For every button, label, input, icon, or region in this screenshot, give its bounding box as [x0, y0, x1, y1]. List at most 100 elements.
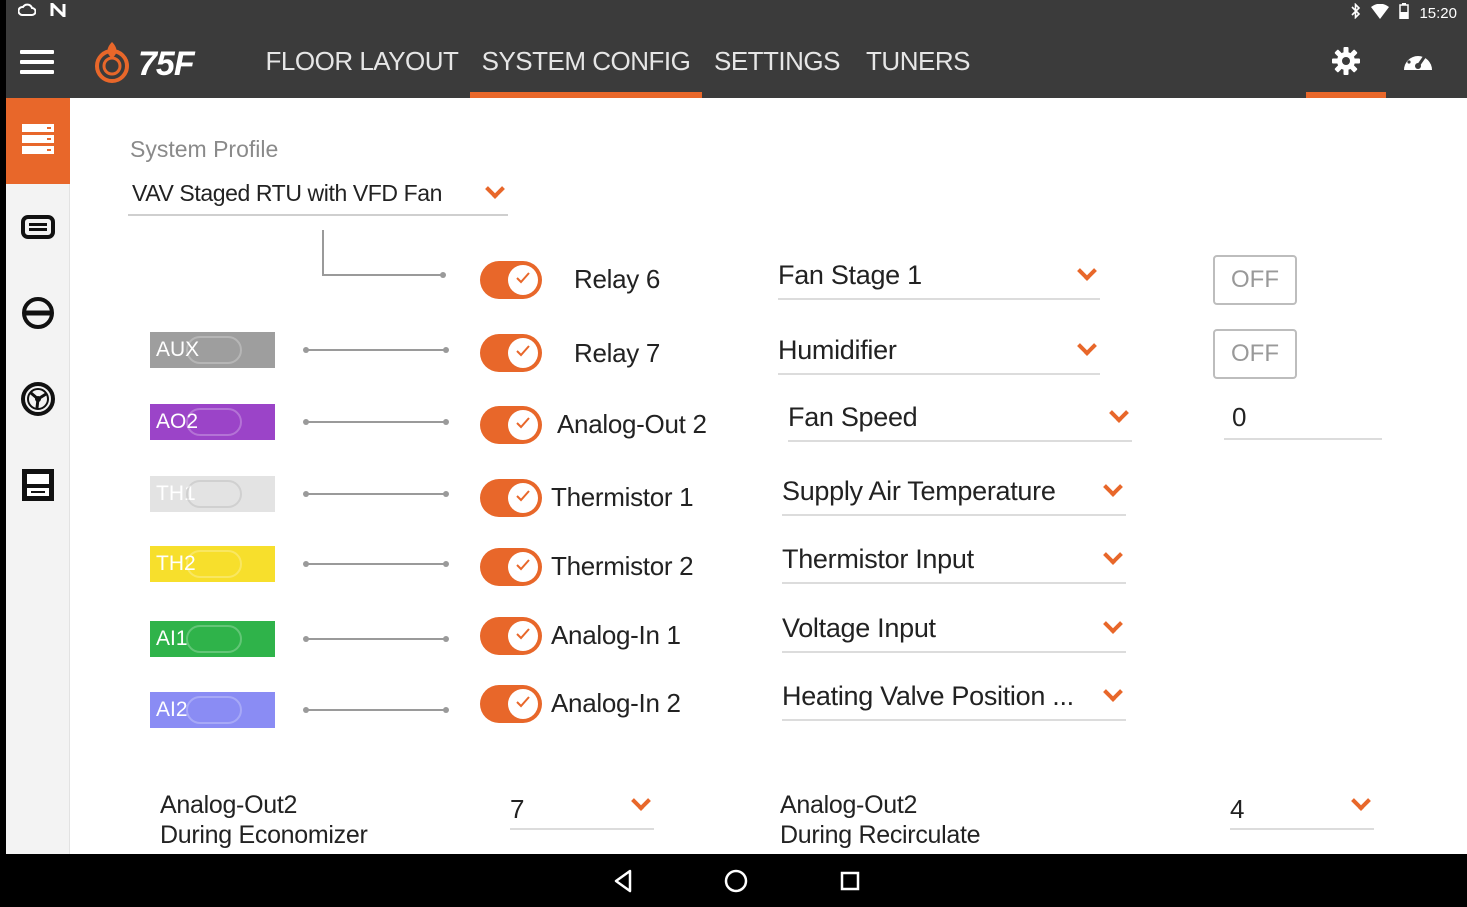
top-navigation: 75F FLOOR LAYOUT SYSTEM CONFIG SETTINGS …: [6, 24, 1467, 98]
sidebar-item-rtu[interactable]: [6, 444, 70, 530]
settings-gear-button[interactable]: [1306, 24, 1386, 98]
recirculate-label: Analog-Out2 During Recirculate: [780, 791, 981, 849]
tablet-screen: 15:20 75F FLOOR LAYOUT SYSTEM CONFIG SET…: [6, 0, 1467, 907]
android-navigation-bar: [6, 854, 1467, 907]
port-label-thermistor-1: Thermistor 1: [551, 482, 694, 512]
relay-6-toggle[interactable]: [480, 261, 542, 299]
port-label-analog-in-2: Analog-In 2: [551, 688, 681, 718]
thermistor-1-toggle[interactable]: [480, 479, 542, 517]
status-bar: 15:20: [6, 0, 1467, 24]
chevron-down-icon: [1103, 682, 1123, 702]
cloud-notification-icon: [17, 3, 37, 21]
th2-badge: TH2: [150, 546, 275, 582]
sidebar-item-oao[interactable]: [6, 272, 70, 358]
hamburger-menu-icon[interactable]: [20, 50, 54, 74]
relay-7-toggle[interactable]: [480, 334, 542, 372]
chevron-down-icon: [1077, 336, 1097, 356]
port-label-relay-6: Relay 6: [574, 264, 661, 294]
economizer-value-dropdown[interactable]: 7: [510, 786, 654, 830]
check-icon: [516, 558, 530, 576]
logo-text: 75F: [138, 45, 195, 83]
bluetooth-icon: [1351, 2, 1361, 23]
wifi-icon: [1371, 3, 1390, 23]
system-profile-dropdown[interactable]: VAV Staged RTU with VFD Fan: [128, 174, 508, 216]
system-profile-value: VAV Staged RTU with VFD Fan: [132, 180, 443, 206]
sidebar-item-system[interactable]: [6, 98, 70, 184]
function-dropdown-analog-in-1[interactable]: Voltage Input: [782, 609, 1126, 653]
connector-dot: [440, 272, 446, 278]
tab-tuners[interactable]: TUNERS: [862, 24, 974, 98]
check-icon: [516, 416, 530, 434]
check-icon: [516, 344, 530, 362]
ao2-badge: AO2: [150, 404, 275, 440]
fan-dial-icon: [20, 381, 56, 422]
connector-line: [303, 347, 449, 353]
connector-line: [303, 707, 449, 713]
function-dropdown-analog-in-2[interactable]: Heating Valve Position ...: [782, 677, 1126, 721]
analog-out-2-toggle[interactable]: [480, 406, 542, 444]
home-nav-icon[interactable]: [721, 866, 751, 896]
connector-line: [303, 561, 449, 567]
thermistor-2-toggle[interactable]: [480, 548, 542, 586]
sidebar-item-storage[interactable]: [6, 186, 70, 272]
sidebar-item-fan[interactable]: [6, 358, 70, 444]
server-stack-icon: [21, 123, 55, 160]
left-sidebar: [6, 98, 70, 854]
dashboard-button[interactable]: [1402, 46, 1442, 78]
system-config-panel: System Profile VAV Staged RTU with VFD F…: [70, 98, 1467, 854]
app-logo: 75F: [92, 40, 195, 89]
n-notification-icon: [50, 0, 66, 21]
speedometer-icon: [1402, 50, 1434, 78]
circle-slash-icon: [21, 296, 55, 335]
analog-in-1-toggle[interactable]: [480, 617, 542, 655]
port-label-thermistor-2: Thermistor 2: [551, 551, 694, 581]
check-icon: [516, 489, 530, 507]
recents-nav-icon[interactable]: [835, 866, 865, 896]
system-profile-label: System Profile: [130, 136, 279, 162]
status-time: 15:20: [1419, 4, 1457, 22]
relay-6-off-button[interactable]: OFF: [1213, 255, 1297, 305]
rtu-unit-icon: [21, 468, 55, 507]
storage-bar-icon: [21, 214, 55, 244]
connector-line: [322, 274, 444, 276]
connector-line: [322, 230, 324, 276]
battery-icon: [1399, 3, 1410, 23]
economizer-label: Analog-Out2 During Economizer: [160, 791, 368, 849]
check-icon: [516, 695, 530, 713]
function-dropdown-relay-7[interactable]: Humidifier: [778, 331, 1100, 375]
connector-line: [303, 636, 449, 642]
port-label-analog-in-1: Analog-In 1: [551, 620, 681, 650]
connector-line: [303, 491, 449, 497]
relay-7-off-button[interactable]: OFF: [1213, 329, 1297, 379]
port-label-relay-7: Relay 7: [574, 338, 661, 368]
function-dropdown-thermistor-2[interactable]: Thermistor Input: [782, 540, 1126, 584]
aux-badge: AUX: [150, 332, 275, 368]
chevron-down-icon: [485, 179, 505, 199]
chevron-down-icon: [1109, 403, 1129, 423]
ai2-badge: AI2: [150, 692, 275, 728]
function-dropdown-analog-out-2[interactable]: Fan Speed: [788, 398, 1132, 442]
tab-settings[interactable]: SETTINGS: [712, 24, 842, 98]
tab-floor-layout[interactable]: FLOOR LAYOUT: [264, 24, 460, 98]
chevron-down-icon: [1351, 791, 1371, 811]
function-dropdown-relay-6[interactable]: Fan Stage 1: [778, 256, 1100, 300]
th1-badge: TH1: [150, 476, 275, 512]
check-icon: [516, 627, 530, 645]
function-dropdown-thermistor-1[interactable]: Supply Air Temperature: [782, 472, 1126, 516]
chevron-down-icon: [1103, 614, 1123, 634]
chevron-down-icon: [1103, 477, 1123, 497]
gear-icon: [1331, 46, 1361, 81]
chevron-down-icon: [631, 791, 651, 811]
chevron-down-icon: [1077, 261, 1097, 281]
port-label-analog-out-2: Analog-Out 2: [557, 409, 707, 439]
fan-speed-value-field[interactable]: 0: [1224, 396, 1382, 440]
chevron-down-icon: [1103, 545, 1123, 565]
ai1-badge: AI1: [150, 621, 275, 657]
flame-logo-icon: [92, 40, 132, 89]
back-nav-icon[interactable]: [608, 866, 638, 896]
recirculate-value-dropdown[interactable]: 4: [1230, 786, 1374, 830]
connector-line: [303, 419, 449, 425]
analog-in-2-toggle[interactable]: [480, 685, 542, 723]
check-icon: [516, 271, 530, 289]
tab-system-config[interactable]: SYSTEM CONFIG: [470, 24, 702, 98]
